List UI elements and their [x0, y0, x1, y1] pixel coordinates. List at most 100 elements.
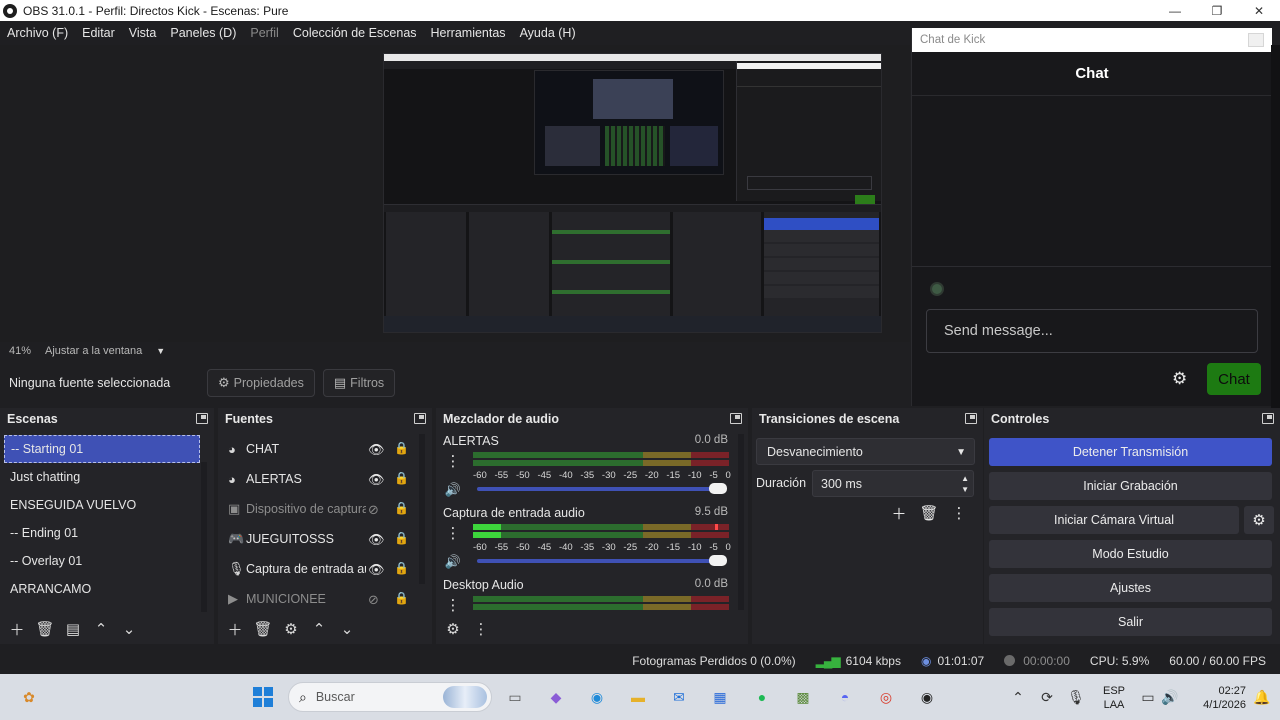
chat-message-input[interactable]: [926, 309, 1258, 353]
visibility-icon[interactable]: 👁: [368, 562, 385, 578]
menu-view[interactable]: Vista: [129, 26, 157, 40]
remove-scene-button[interactable]: 🗑: [32, 617, 58, 641]
volume-slider[interactable]: [477, 559, 725, 563]
undock-icon[interactable]: [730, 413, 742, 424]
spotify-icon[interactable]: ●: [750, 685, 774, 709]
speaker-icon[interactable]: 🔊: [443, 554, 463, 570]
sync-icon[interactable]: ⟳: [1035, 685, 1059, 709]
menu-help[interactable]: Ayuda (H): [520, 26, 576, 40]
task-view-icon[interactable]: ▭: [503, 685, 527, 709]
mixer-scrollbar[interactable]: [738, 434, 744, 610]
advanced-audio-gear-icon[interactable]: ⚙: [440, 617, 466, 641]
edge-icon[interactable]: ◉: [585, 685, 609, 709]
chat-scrollbar[interactable]: [1271, 45, 1280, 410]
spin-arrows-icon[interactable]: ▲ ▼: [961, 473, 969, 495]
volume-slider-handle[interactable]: [709, 483, 727, 494]
mixer-menu-icon[interactable]: ⋮: [468, 617, 494, 641]
notification-app-icon[interactable]: ✿: [17, 685, 41, 709]
add-transition-button[interactable]: ＋: [884, 502, 914, 524]
volume-icon[interactable]: 🔊: [1158, 685, 1182, 709]
discord-icon[interactable]: ◓: [833, 685, 857, 709]
undock-icon[interactable]: [414, 413, 426, 424]
move-down-button[interactable]: ⌄: [116, 617, 142, 641]
remove-source-button[interactable]: 🗑: [250, 617, 276, 641]
properties-button[interactable]: ⚙ Propiedades: [207, 369, 315, 397]
close-icon[interactable]: ✕: [1238, 0, 1280, 21]
scene-item[interactable]: ARRANCAMO: [4, 575, 200, 603]
source-item[interactable]: 🎙 Captura de entrada audio 👁 🔒: [222, 554, 418, 584]
settings-button[interactable]: Ajustes: [989, 574, 1272, 602]
taskbar-search[interactable]: ⌕ Buscar: [288, 682, 492, 712]
lock-icon[interactable]: 🔒: [394, 591, 409, 605]
user-avatar-icon[interactable]: [930, 282, 944, 296]
menu-profile[interactable]: Perfil: [250, 26, 278, 40]
start-virtual-camera-button[interactable]: Iniciar Cámara Virtual: [989, 506, 1239, 534]
store-icon[interactable]: ▦: [708, 685, 732, 709]
notifications-bell-icon[interactable]: 🔔: [1250, 685, 1274, 709]
file-explorer-icon[interactable]: ▬: [626, 685, 650, 709]
scene-item[interactable]: Just chatting: [4, 463, 200, 491]
menu-file[interactable]: Archivo (F): [7, 26, 68, 40]
minimize-icon[interactable]: —: [1154, 0, 1196, 21]
add-scene-button[interactable]: ＋: [4, 617, 30, 641]
scenes-scrollbar[interactable]: [201, 462, 207, 612]
source-item[interactable]: ▶ MUNICIONEE ⊘ 🔒: [222, 584, 418, 614]
scene-item[interactable]: ENSEGUIDA VUELVO: [4, 491, 200, 519]
lock-icon[interactable]: 🔒: [394, 471, 409, 485]
speaker-icon[interactable]: 🔊: [443, 482, 463, 498]
source-item[interactable]: ◕ CHAT 👁 🔒: [222, 434, 418, 464]
source-item[interactable]: 🎮 JUEGUITOSSS 👁 🔒: [222, 524, 418, 554]
clock[interactable]: 02:27 4/1/2026: [1190, 684, 1246, 712]
studio-mode-button[interactable]: Modo Estudio: [989, 540, 1272, 568]
move-up-button[interactable]: ⌃: [88, 617, 114, 641]
minecraft-icon[interactable]: ▩: [791, 685, 815, 709]
obs-taskbar-icon[interactable]: ◉: [915, 685, 939, 709]
source-properties-button[interactable]: ⚙: [278, 617, 304, 641]
menu-scene-collection[interactable]: Colección de Escenas: [293, 26, 417, 40]
visibility-icon[interactable]: 👁: [368, 472, 385, 488]
kebab-menu-icon[interactable]: ⋮: [443, 452, 463, 470]
move-up-button[interactable]: ⌃: [306, 617, 332, 641]
duration-input[interactable]: 300 ms ▲ ▼: [812, 470, 974, 497]
kebab-menu-icon[interactable]: ⋮: [443, 596, 463, 614]
scene-item[interactable]: -- Starting 01: [4, 435, 200, 463]
lock-icon[interactable]: 🔒: [394, 531, 409, 545]
menu-edit[interactable]: Editar: [82, 26, 115, 40]
menu-docks[interactable]: Paneles (D): [170, 26, 236, 40]
start-recording-button[interactable]: Iniciar Grabación: [989, 472, 1272, 500]
language-indicator[interactable]: ESP LAA: [1100, 684, 1128, 712]
maximize-icon[interactable]: ❐: [1196, 0, 1238, 21]
transition-select[interactable]: Desvanecimiento ▼: [756, 438, 975, 465]
volume-slider-handle[interactable]: [709, 555, 727, 566]
lock-icon[interactable]: 🔒: [394, 561, 409, 575]
source-item[interactable]: ▣ Dispositivo de captura de vídeo ⊘ 🔒: [222, 494, 418, 524]
windows-start-icon[interactable]: [251, 685, 275, 709]
remove-transition-button[interactable]: 🗑: [914, 502, 944, 524]
network-icon[interactable]: ▭: [1136, 685, 1160, 709]
lock-icon[interactable]: 🔒: [394, 441, 409, 455]
tray-chevron-up-icon[interactable]: ⌃: [1006, 685, 1030, 709]
sources-scrollbar[interactable]: [419, 434, 425, 584]
stop-streaming-button[interactable]: Detener Transmisión: [989, 438, 1272, 466]
visibility-icon[interactable]: 👁: [368, 532, 385, 548]
hidden-icon[interactable]: ⊘: [368, 502, 379, 518]
microphone-tray-icon[interactable]: 🎙: [1064, 685, 1088, 709]
outlook-icon[interactable]: ✉: [667, 685, 691, 709]
kebab-menu-icon[interactable]: ⋮: [443, 524, 463, 542]
undock-icon[interactable]: [1262, 413, 1274, 424]
hidden-icon[interactable]: ⊘: [368, 592, 379, 608]
zoom-mode[interactable]: Ajustar a la ventana: [45, 345, 142, 357]
source-item[interactable]: ◕ ALERTAS 👁 🔒: [222, 464, 418, 494]
exit-button[interactable]: Salir: [989, 608, 1272, 636]
transition-menu-icon[interactable]: ⋮: [944, 502, 974, 524]
undock-icon[interactable]: [196, 413, 208, 424]
chrome-icon[interactable]: ◎: [874, 685, 898, 709]
chat-settings-icon[interactable]: ⚙: [1172, 370, 1188, 387]
scene-item[interactable]: -- Overlay 01: [4, 547, 200, 575]
scene-filters-button[interactable]: ▤: [60, 617, 86, 641]
menu-tools[interactable]: Herramientas: [431, 26, 506, 40]
chat-send-button[interactable]: Chat: [1207, 363, 1261, 395]
undock-icon[interactable]: [965, 413, 977, 424]
move-down-button[interactable]: ⌄: [334, 617, 360, 641]
copilot-icon[interactable]: ◆: [544, 685, 568, 709]
